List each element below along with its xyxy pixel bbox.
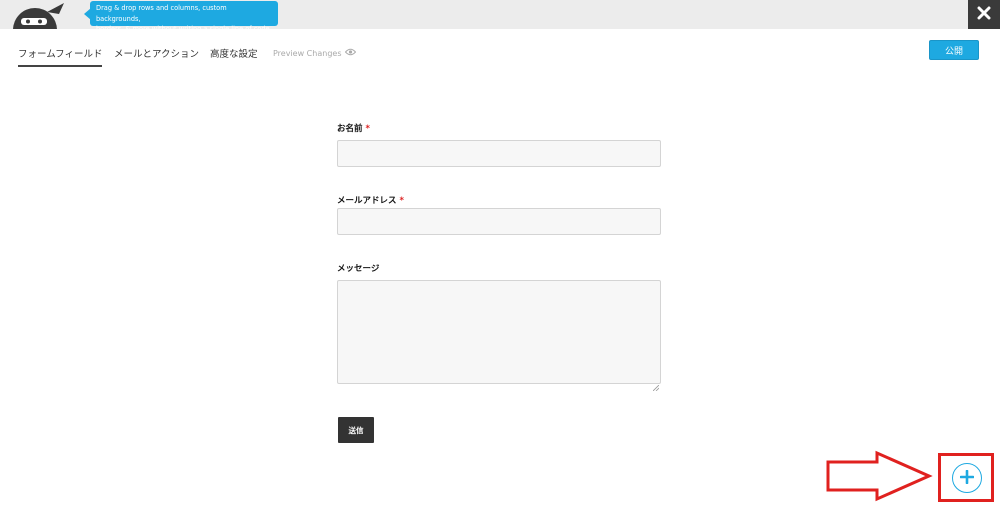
promo-text-line1: Drag & drop rows and columns, custom bac…: [96, 4, 227, 23]
ninja-logo-icon: [9, 0, 69, 29]
tab-preview-changes[interactable]: Preview Changes: [273, 48, 357, 63]
email-label: メールアドレス *: [337, 194, 404, 206]
preview-label: Preview Changes: [273, 48, 342, 58]
tab-advanced-settings[interactable]: 高度な設定: [210, 46, 258, 65]
add-field-button[interactable]: [952, 463, 982, 493]
email-field[interactable]: [337, 208, 661, 235]
required-marker: *: [399, 196, 404, 206]
promo-tooltip[interactable]: Drag & drop rows and columns, custom bac…: [90, 1, 278, 33]
promo-bar: Drag & drop rows and columns, custom bac…: [0, 0, 1000, 33]
close-icon: [977, 5, 991, 24]
publish-button[interactable]: 公開: [929, 40, 979, 60]
submit-button[interactable]: 送信: [338, 417, 374, 443]
resize-handle-icon[interactable]: [652, 376, 660, 392]
tab-emails-actions[interactable]: メールとアクション: [114, 46, 199, 65]
annotation-arrow-icon: [825, 450, 935, 506]
name-label: お名前 *: [337, 122, 370, 134]
message-textarea[interactable]: [337, 280, 661, 392]
tab-form-fields[interactable]: フォームフィールド: [18, 46, 103, 67]
name-field[interactable]: [337, 140, 661, 167]
name-label-text: お名前: [337, 124, 363, 134]
required-marker: *: [365, 124, 370, 134]
email-label-text: メールアドレス: [337, 196, 397, 206]
close-button[interactable]: [968, 0, 1000, 29]
promo-text-line2: borders, & more without writing a single…: [96, 25, 272, 33]
message-label: メッセージ: [337, 264, 380, 274]
plus-icon: [959, 469, 975, 488]
eye-icon: [345, 48, 357, 58]
